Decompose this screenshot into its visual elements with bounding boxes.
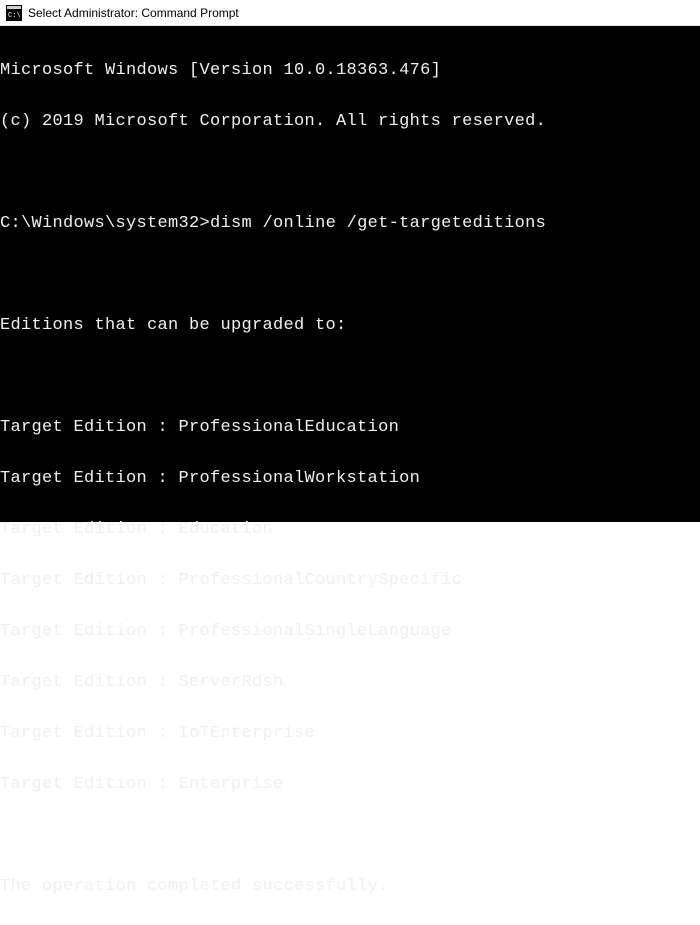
result-line: The operation completed successfully.	[0, 874, 700, 900]
banner-copyright: (c) 2019 Microsoft Corporation. All righ…	[0, 109, 700, 135]
edition-value: IoTEnterprise	[179, 721, 316, 747]
editions-heading: Editions that can be upgraded to:	[0, 313, 700, 339]
blank-line	[0, 262, 700, 288]
edition-row: Target Edition : ServerRdsh	[0, 670, 700, 696]
edition-row: Target Edition : ProfessionalEducation	[0, 415, 700, 441]
edition-row: Target Edition : ProfessionalCountrySpec…	[0, 568, 700, 594]
edition-row: Target Edition : ProfessionalSingleLangu…	[0, 619, 700, 645]
edition-label: Target Edition :	[0, 772, 179, 798]
edition-label: Target Edition :	[0, 415, 179, 441]
edition-label: Target Edition :	[0, 670, 179, 696]
window-titlebar[interactable]: C:\ Select Administrator: Command Prompt	[0, 0, 700, 26]
banner-version: Microsoft Windows [Version 10.0.18363.47…	[0, 58, 700, 84]
edition-row: Target Edition : ProfessionalWorkstation	[0, 466, 700, 492]
edition-label: Target Edition :	[0, 466, 179, 492]
svg-text:C:\: C:\	[8, 12, 21, 20]
blank-line	[0, 160, 700, 186]
command-line: C:\Windows\system32>dism /online /get-ta…	[0, 211, 700, 237]
edition-label: Target Edition :	[0, 619, 179, 645]
edition-value: ProfessionalWorkstation	[179, 466, 421, 492]
blank-line	[0, 823, 700, 849]
edition-row: Target Edition : Enterprise	[0, 772, 700, 798]
edition-value: ServerRdsh	[179, 670, 284, 696]
prompt-text: C:\Windows\system32>	[0, 211, 210, 237]
edition-value: Education	[179, 517, 274, 543]
edition-value: ProfessionalSingleLanguage	[179, 619, 452, 645]
cmd-icon: C:\	[6, 5, 22, 21]
edition-row: Target Edition : Education	[0, 517, 700, 543]
edition-value: ProfessionalCountrySpecific	[179, 568, 463, 594]
edition-value: Enterprise	[179, 772, 284, 798]
edition-row: Target Edition : IoTEnterprise	[0, 721, 700, 747]
blank-line	[0, 364, 700, 390]
edition-label: Target Edition :	[0, 517, 179, 543]
command-text: dism /online /get-targeteditions	[210, 211, 546, 237]
edition-value: ProfessionalEducation	[179, 415, 400, 441]
terminal-output: Microsoft Windows [Version 10.0.18363.47…	[0, 26, 700, 522]
window-title: Select Administrator: Command Prompt	[28, 6, 239, 20]
edition-label: Target Edition :	[0, 568, 179, 594]
edition-label: Target Edition :	[0, 721, 179, 747]
